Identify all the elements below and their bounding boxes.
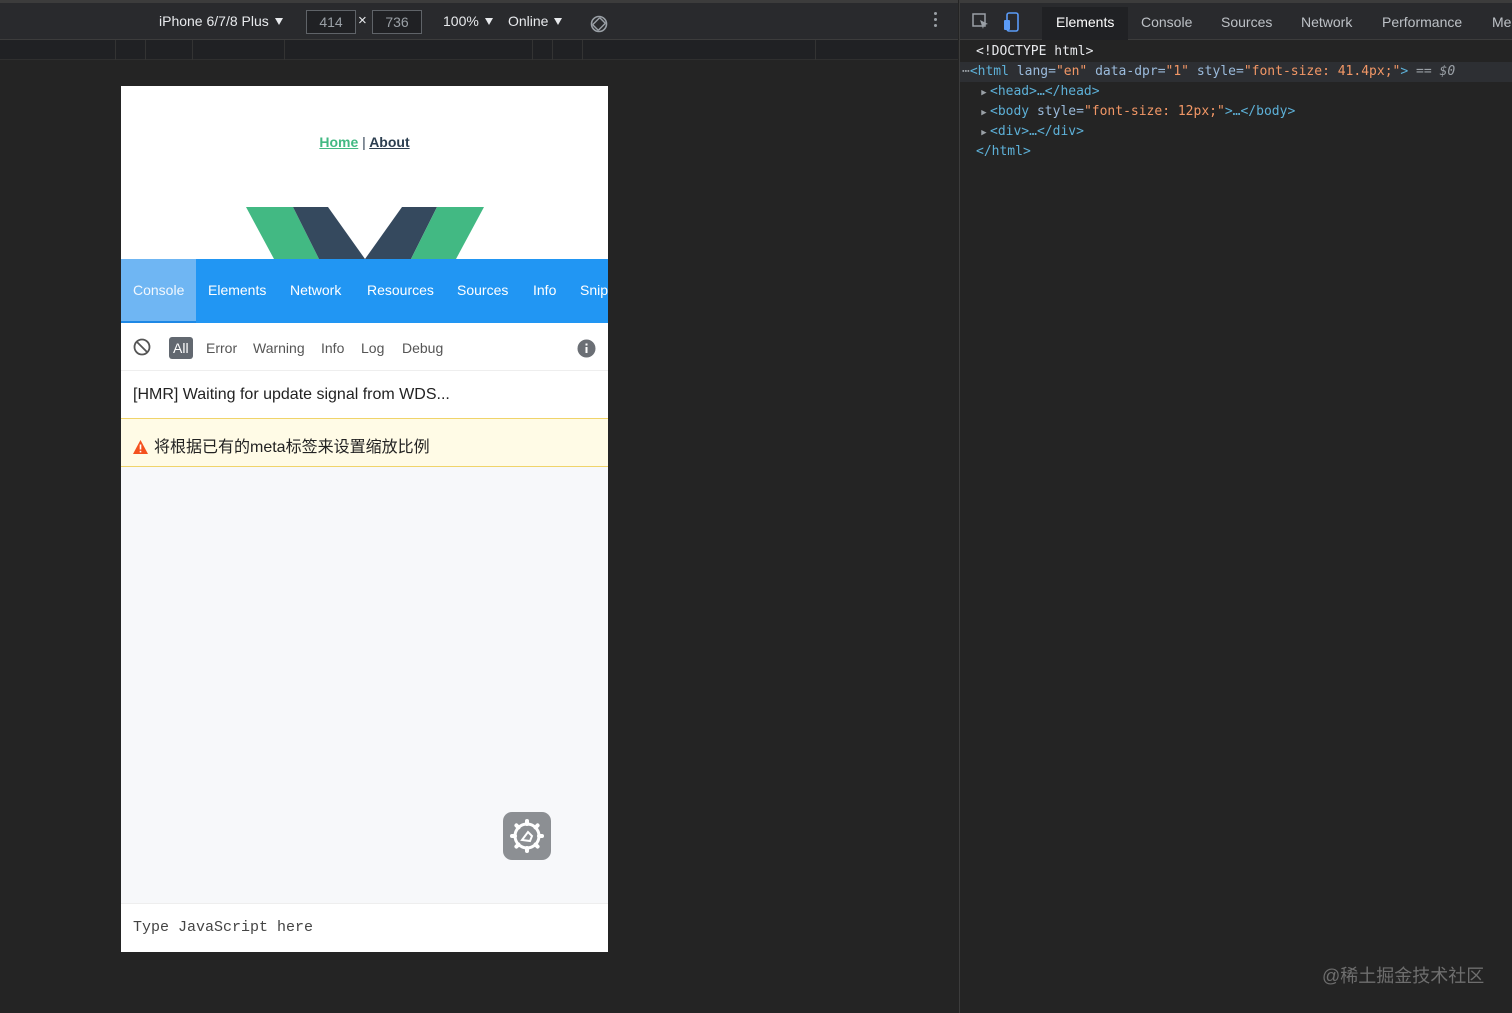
attr-value: "font-size: 41.4px;" (1243, 64, 1401, 79)
attr-name: style (1036, 104, 1077, 119)
chevron-down-icon (274, 18, 283, 25)
log-text: 将根据已有的meta标签来设置缩放比例 (154, 439, 430, 456)
width-input[interactable]: 414 (306, 10, 356, 34)
vconsole-tab-info[interactable]: Info (521, 259, 568, 323)
device-toolbar: iPhone 6/7/8 Plus 414 × 736 100% Online (0, 0, 958, 40)
nav-separator: | (362, 134, 366, 150)
filter-error[interactable]: Error (206, 337, 237, 359)
nav-home-link[interactable]: Home (319, 134, 358, 150)
dimension-separator: × (358, 12, 367, 29)
attr-name: style (1196, 64, 1236, 79)
toolbar-top-border (0, 0, 958, 3)
device-name: iPhone 6/7/8 Plus (159, 13, 269, 29)
vconsole-tab-snip[interactable]: Snip (568, 259, 608, 323)
device-select[interactable]: iPhone 6/7/8 Plus (159, 10, 283, 32)
expand-triangle-icon[interactable]: ▶ (978, 123, 990, 143)
vconsole-tab-bar: Console Elements Network Resources Sourc… (121, 259, 608, 323)
dom-body-node[interactable]: ▶ <body style="font-size: 12px;">…</body> (960, 102, 1512, 122)
filter-log[interactable]: Log (361, 337, 384, 359)
app-nav: Home | About (121, 134, 608, 150)
expand-triangle-icon[interactable]: ▶ (978, 83, 990, 103)
vconsole-toggle-button[interactable] (503, 812, 551, 860)
devtools-tab-bar: Elements Console Sources Network Perform… (960, 0, 1512, 40)
warning-log-entry: 将根据已有的meta标签来设置缩放比例 (121, 419, 608, 467)
doctype-text: <!DOCTYPE html> (976, 44, 1094, 59)
expand-triangle-icon[interactable]: ▶ (978, 103, 990, 123)
selected-node-marker: == $0 (1416, 64, 1456, 79)
log-entry: [HMR] Waiting for update signal from WDS… (121, 371, 608, 419)
dom-html-close[interactable]: </html> (960, 142, 1512, 162)
chevron-down-icon (554, 18, 563, 25)
zoom-value: 100% (443, 13, 479, 29)
vconsole-tab-sources[interactable]: Sources (445, 259, 520, 323)
vue-logo (246, 207, 484, 259)
filter-info[interactable]: Info (321, 337, 344, 359)
devtools-panel: Elements Console Sources Network Perform… (959, 0, 1512, 1013)
faded-background-heading (121, 537, 608, 567)
height-input[interactable]: 736 (372, 10, 422, 34)
attr-value: "font-size: 12px;" (1083, 104, 1225, 119)
filter-warning[interactable]: Warning (253, 337, 305, 359)
dom-tree: <!DOCTYPE html> ⋯<html lang="en" data-dp… (960, 42, 1512, 162)
command-placeholder: Type JavaScript here (133, 919, 314, 936)
html-close-tag: </html> (976, 144, 1031, 159)
warning-icon (133, 440, 148, 454)
devtools-tab-console[interactable]: Console (1141, 7, 1192, 40)
more-options-icon[interactable] (934, 12, 938, 30)
log-filter-bar: All Error Warning Info Log Debug (121, 323, 608, 371)
nav-about-link[interactable]: About (369, 134, 409, 150)
devtools-tab-network[interactable]: Network (1301, 7, 1352, 40)
watermark: @稀土掘金技术社区 (1322, 966, 1485, 986)
media-query-ruler (0, 40, 958, 60)
log-text: [HMR] Waiting for update signal from WDS… (133, 386, 450, 403)
dom-html-node[interactable]: ⋯<html lang="en" data-dpr="1" style="fon… (960, 62, 1512, 82)
vconsole-tab-elements[interactable]: Elements (196, 259, 278, 323)
clear-log-icon[interactable] (133, 338, 151, 356)
attr-value: "en" (1055, 64, 1088, 79)
head-tag: <head>…</head> (990, 84, 1100, 99)
inspect-element-icon[interactable] (972, 13, 990, 31)
zoom-select[interactable]: 100% (443, 10, 493, 32)
gear-icon (510, 819, 544, 853)
rotate-icon[interactable] (590, 13, 608, 35)
device-toggle-icon[interactable] (1003, 12, 1021, 32)
throttle-value: Online (508, 13, 549, 29)
dom-head-node[interactable]: ▶ <head>…</head> (960, 82, 1512, 102)
attr-name: data-dpr (1095, 64, 1158, 79)
dom-div-node[interactable]: ▶ <div>…</div> (960, 122, 1512, 142)
html-tag: <html (969, 64, 1009, 79)
vconsole-tab-network[interactable]: Network (278, 259, 353, 323)
devtools-tab-sources[interactable]: Sources (1221, 7, 1272, 40)
devtools-tab-memory[interactable]: Me (1492, 7, 1511, 40)
attr-value: "1" (1165, 64, 1190, 79)
filter-all[interactable]: All (169, 337, 193, 359)
chevron-down-icon (484, 18, 493, 25)
div-tag: <div>…</div> (990, 124, 1084, 139)
info-icon[interactable] (577, 339, 596, 358)
vconsole-tab-resources[interactable]: Resources (355, 259, 446, 323)
filter-debug[interactable]: Debug (402, 337, 443, 359)
command-input[interactable]: Type JavaScript here (121, 903, 608, 952)
attr-name: lang (1016, 64, 1049, 79)
body-close-tag: >…</body> (1224, 104, 1296, 119)
device-viewport: Home | About Console Elements Network Re… (121, 86, 608, 952)
console-log-area (121, 467, 608, 903)
throttle-select[interactable]: Online (508, 10, 563, 32)
vconsole-tab-console[interactable]: Console (121, 259, 196, 323)
devtools-tab-elements[interactable]: Elements (1042, 7, 1129, 40)
body-tag: <body (990, 104, 1030, 119)
dom-doctype[interactable]: <!DOCTYPE html> (960, 42, 1512, 62)
devtools-tab-performance[interactable]: Performance (1382, 7, 1462, 40)
